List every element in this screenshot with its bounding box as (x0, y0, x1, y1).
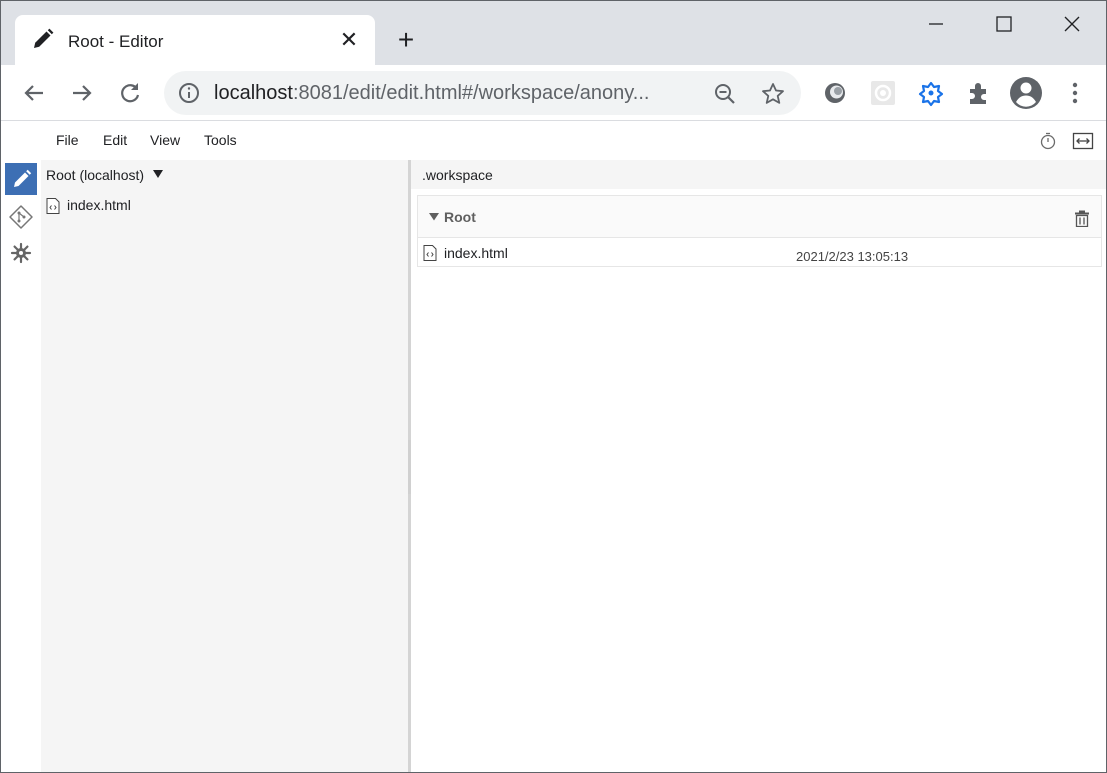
menu-view[interactable]: View (150, 132, 180, 148)
forward-icon[interactable] (67, 78, 97, 108)
activity-bar (1, 160, 41, 772)
file-name[interactable]: index.html (444, 245, 508, 261)
gear-icon (10, 242, 32, 264)
tab-root-editor[interactable]: Root - Editor ✕ (15, 15, 375, 65)
url-text: localhost:8081/edit/edit.html#/workspace… (214, 82, 649, 105)
extension-3-icon[interactable] (917, 79, 945, 107)
tree-item-label: index.html (67, 197, 131, 213)
stopwatch-icon[interactable] (1038, 131, 1058, 151)
reload-icon[interactable] (115, 78, 145, 108)
pencil-icon (34, 28, 54, 48)
browser-toolbar: localhost:8081/edit/edit.html#/workspace… (1, 65, 1106, 121)
breadcrumb: .workspace (411, 160, 1106, 189)
extension-2-icon[interactable] (869, 79, 897, 107)
html-file-icon (423, 245, 437, 261)
star-icon[interactable] (760, 81, 786, 107)
back-icon[interactable] (19, 78, 49, 108)
tab-close-button[interactable]: ✕ (337, 28, 361, 52)
html-file-icon (46, 198, 60, 214)
git-activity-button[interactable] (5, 201, 37, 233)
puzzle-icon[interactable] (965, 79, 993, 107)
minimize-icon[interactable] (923, 11, 949, 37)
new-tab-button[interactable]: + (392, 26, 420, 54)
root-selector-label[interactable]: Root (localhost) (46, 167, 144, 183)
profile-icon[interactable] (1008, 75, 1044, 111)
address-bar[interactable]: localhost:8081/edit/edit.html#/workspace… (164, 71, 801, 115)
breadcrumb-workspace[interactable]: .workspace (422, 167, 493, 183)
caret-down-icon[interactable] (152, 169, 164, 179)
edit-pencil-icon (14, 169, 32, 187)
maximize-icon[interactable] (991, 11, 1017, 37)
url-path: :8081/edit/edit.html#/workspace/anony... (292, 82, 650, 104)
panel-title: Root (444, 209, 476, 225)
file-row[interactable]: index.html 2021/2/23 13:05:13 (418, 239, 1101, 266)
zoom-out-icon[interactable] (712, 81, 738, 107)
info-icon[interactable] (178, 82, 200, 104)
edit-activity-button[interactable] (5, 163, 37, 195)
window-close-icon[interactable] (1059, 11, 1085, 37)
url-host: localhost (214, 82, 293, 104)
file-modified-date: 2021/2/23 13:05:13 (796, 249, 909, 264)
trash-icon[interactable] (1074, 210, 1090, 227)
expand-width-icon[interactable] (1072, 131, 1094, 151)
tab-title: Root - Editor (68, 32, 164, 51)
menu-file[interactable]: File (56, 132, 79, 148)
main-content: .workspace Root index.html 2021/2/23 13:… (411, 160, 1106, 772)
panel-header[interactable]: Root (418, 196, 1101, 238)
browser-window: Root - Editor ✕ + localhost:8081/edit/ed… (0, 0, 1107, 773)
menu-tools[interactable]: Tools (204, 132, 237, 148)
app-menubar: File Edit View Tools (1, 122, 1106, 160)
caret-down-icon[interactable] (429, 212, 439, 221)
menu-edit[interactable]: Edit (103, 132, 127, 148)
root-panel: Root index.html 2021/2/23 13:05:13 (417, 195, 1102, 267)
kebab-menu-icon[interactable] (1061, 79, 1089, 107)
file-explorer-sidebar: Root (localhost) index.html (41, 160, 408, 772)
settings-activity-button[interactable] (5, 237, 37, 269)
extension-1-icon[interactable] (821, 79, 849, 107)
tab-strip: Root - Editor ✕ + (1, 1, 1106, 65)
git-icon (9, 205, 33, 229)
